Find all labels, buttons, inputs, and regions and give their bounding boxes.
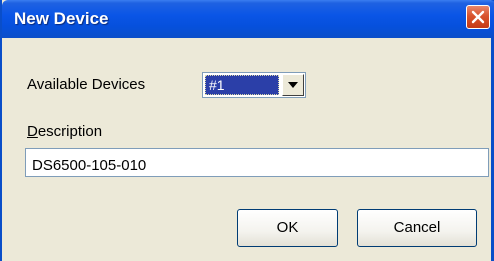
dropdown-button[interactable] [282, 74, 304, 96]
description-input[interactable] [25, 148, 489, 177]
available-devices-label: Available Devices [27, 76, 146, 93]
available-devices-dropdown[interactable]: #1 [202, 72, 306, 98]
close-button[interactable] [466, 5, 490, 29]
new-device-dialog: New Device Available Devices #1 Descript… [0, 0, 494, 261]
dialog-title: New Device [14, 9, 109, 28]
ok-button[interactable]: OK [237, 209, 338, 247]
description-label: Description [27, 123, 102, 140]
cancel-button[interactable]: Cancel [357, 209, 477, 247]
available-devices-selected-value: #1 [205, 75, 279, 95]
chevron-down-icon [288, 82, 298, 88]
description-label-text: Description [27, 123, 103, 140]
title-bar[interactable]: New Device [2, 0, 494, 38]
close-icon [471, 10, 485, 24]
